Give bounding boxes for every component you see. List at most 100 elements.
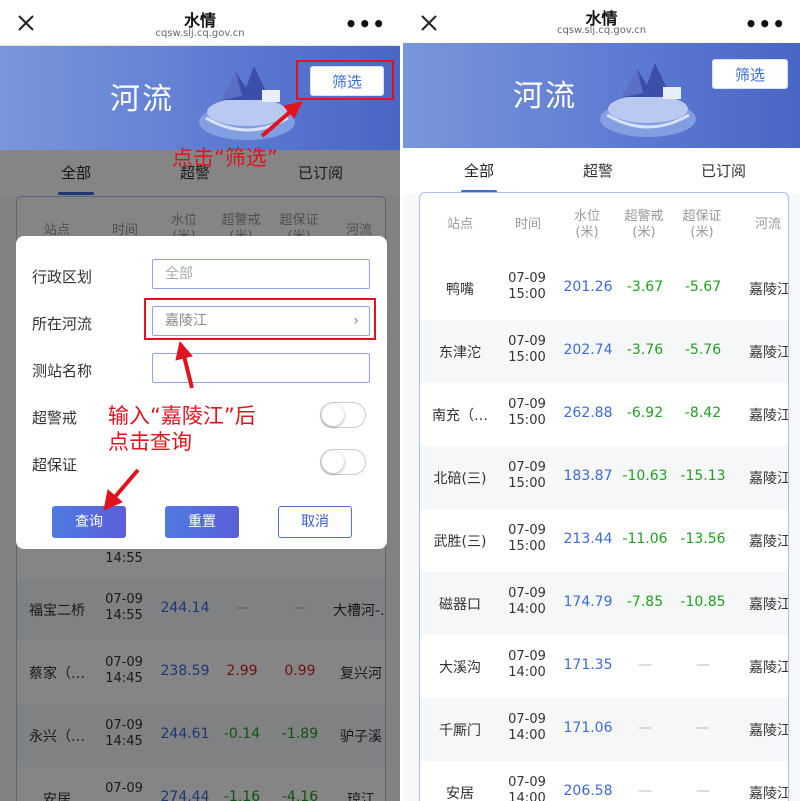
row-date: 07-09 (508, 712, 546, 727)
col-river: 河流 (754, 217, 781, 232)
annotation-click-query: 点击查询 (108, 430, 192, 454)
row-station: 千厮门 (439, 723, 481, 739)
row-date: 07-09 (508, 649, 546, 664)
banner-illustration-icon (199, 66, 295, 140)
col-warn: 超警戒 (米) (624, 209, 664, 240)
row-level: 201.26 (563, 279, 613, 295)
station-input[interactable] (152, 353, 370, 383)
row-date: 07-09 (508, 775, 546, 790)
filter-button[interactable]: 筛选 (712, 59, 788, 89)
row-date: 07-09 (508, 586, 546, 601)
row-guar: -15.13 (680, 468, 726, 484)
row-river: 嘉陵江 (749, 597, 789, 613)
table-row[interactable]: 千厮门 07-09 14:00 171.06 — — 嘉陵江 (420, 698, 788, 761)
col-guar: 超保证 (米) (682, 209, 722, 240)
row-station: 磁器口 (439, 597, 481, 613)
more-icon[interactable]: ••• (745, 12, 786, 36)
table-row[interactable]: 武胜(三) 07-09 15:00 213.44 -11.06 -13.56 嘉陵江 (420, 509, 788, 572)
row-level: 183.87 (563, 468, 613, 484)
tab-bar: 全部 超警 已订阅 (403, 148, 800, 194)
tab-alert[interactable]: 超警 (583, 160, 613, 181)
row-time: 15:00 (508, 287, 546, 302)
tab-all[interactable]: 全部 (464, 160, 494, 181)
table-row[interactable]: 北碚(三) 07-09 15:00 183.87 -10.63 -15.13 嘉陵江 (420, 446, 788, 509)
row-river: 嘉陵江 (749, 471, 789, 487)
river-label: 所在河流 (32, 315, 93, 333)
row-river: 嘉陵江 (749, 723, 789, 739)
row-guar: — (696, 657, 710, 673)
row-river: 嘉陵江 (749, 345, 789, 361)
row-guar: -13.56 (680, 531, 726, 547)
row-station: 南充（… (432, 408, 488, 424)
row-time: 15:00 (508, 476, 546, 491)
row-warn: -7.85 (626, 594, 664, 610)
row-river: 嘉陵江 (749, 660, 789, 676)
row-river: 嘉陵江 (749, 534, 789, 550)
row-warn: — (638, 783, 652, 799)
banner-title: 河流 (513, 79, 577, 114)
row-guar: -5.67 (684, 279, 722, 295)
row-time: 15:00 (508, 350, 546, 365)
alert-toggle[interactable] (320, 402, 366, 428)
row-guar: -8.42 (684, 405, 722, 421)
row-warn: -10.63 (622, 468, 668, 484)
table-row[interactable]: 磁器口 07-09 14:00 174.79 -7.85 -10.85 嘉陵江 (420, 572, 788, 635)
row-warn: — (638, 657, 652, 673)
station-table: 站点 时间 水位 (米) 超警戒 (米) 超保证 (米) 河流 鸭嘴 07-09 1… (419, 192, 789, 801)
toggle-knob (322, 451, 344, 473)
highlight-river-box (144, 298, 376, 340)
tab-subscribed[interactable]: 已订阅 (701, 160, 746, 181)
guarantee-toggle[interactable] (320, 449, 366, 475)
table-row[interactable]: 鸭嘴 07-09 15:00 201.26 -3.67 -5.67 嘉陵江 (420, 257, 788, 320)
row-warn: -6.92 (626, 405, 664, 421)
district-label: 行政区划 (32, 268, 93, 286)
right-screenshot: 水情 cqsw.slj.cq.gov.cn ••• 河流 筛选 全部 超警 已订… (403, 0, 800, 801)
table-header: 站点 时间 水位 (米) 超警戒 (米) 超保证 (米) 河流 (420, 193, 788, 257)
alert-toggle-label: 超警戒 (32, 409, 78, 427)
banner-illustration-icon (600, 63, 696, 137)
col-station: 站点 (446, 217, 473, 232)
row-guar: -10.85 (680, 594, 726, 610)
row-date: 07-09 (508, 397, 546, 412)
col-time: 时间 (514, 217, 541, 232)
left-screenshot: 水情 cqsw.slj.cq.gov.cn ••• 河流 筛选 全部 超警 已订… (0, 0, 400, 801)
row-station: 武胜(三) (433, 534, 487, 550)
reset-button[interactable]: 重置 (165, 506, 239, 538)
row-warn: — (638, 720, 652, 736)
annotation-enter-river: 输入“嘉陵江”后 (108, 404, 256, 428)
station-label: 测站名称 (32, 362, 93, 380)
row-time: 14:00 (508, 665, 546, 680)
row-time: 14:00 (508, 791, 546, 801)
row-level: 206.58 (563, 783, 613, 799)
table-row[interactable]: 安居 07-09 14:00 206.58 — — 嘉陵江 (420, 761, 788, 801)
top-bar: 水情 cqsw.slj.cq.gov.cn ••• (0, 0, 400, 46)
page-url: cqsw.slj.cq.gov.cn (556, 25, 647, 36)
row-guar: -5.76 (684, 342, 722, 358)
row-warn: -11.06 (622, 531, 668, 547)
banner-title: 河流 (110, 82, 174, 117)
district-select[interactable]: 全部 (152, 259, 370, 289)
row-level: 174.79 (563, 594, 613, 610)
more-icon[interactable]: ••• (345, 12, 386, 36)
row-station: 北碚(三) (433, 471, 487, 487)
row-date: 07-09 (508, 271, 546, 286)
filter-dialog: 行政区划 全部 所在河流 嘉陵江 › 测站名称 超警戒 超保证 查询 重置 取消 (16, 236, 387, 549)
row-date: 07-09 (508, 523, 546, 538)
row-time: 14:00 (508, 602, 546, 617)
row-level: 171.35 (563, 657, 613, 673)
table-row[interactable]: 南充（… 07-09 15:00 262.88 -6.92 -8.42 嘉陵江 (420, 383, 788, 446)
highlight-filter-box (296, 60, 394, 100)
page-url: cqsw.slj.cq.gov.cn (155, 28, 245, 39)
row-station: 东津沱 (439, 345, 481, 361)
row-time: 14:00 (508, 728, 546, 743)
table-row[interactable]: 大溪沟 07-09 14:00 171.35 — — 嘉陵江 (420, 635, 788, 698)
table-row[interactable]: 东津沱 07-09 15:00 202.74 -3.76 -5.76 嘉陵江 (420, 320, 788, 383)
row-date: 07-09 (508, 334, 546, 349)
row-warn: -3.67 (626, 279, 664, 295)
cancel-button[interactable]: 取消 (278, 506, 352, 538)
annotation-click-filter: 点击“筛选” (172, 146, 278, 170)
row-warn: -3.76 (626, 342, 664, 358)
query-button[interactable]: 查询 (52, 506, 126, 538)
top-bar: 水情 cqsw.slj.cq.gov.cn ••• (403, 0, 800, 46)
row-time: 15:00 (508, 413, 546, 428)
